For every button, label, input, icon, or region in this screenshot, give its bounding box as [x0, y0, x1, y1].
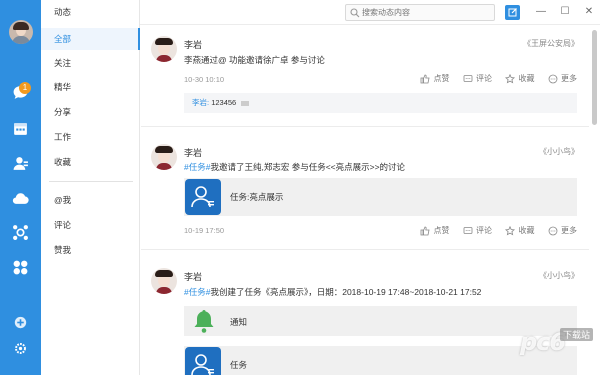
- category-share[interactable]: 分享: [41, 101, 140, 123]
- minimize-button[interactable]: —: [534, 5, 548, 19]
- comment-button[interactable]: 评论: [463, 73, 492, 84]
- comment-item: 李岩: 123456: [184, 93, 577, 113]
- favorite-button[interactable]: 收藏: [505, 73, 534, 84]
- group-tag[interactable]: 《小小鸟》: [539, 146, 579, 157]
- star-icon: [505, 225, 516, 235]
- search-input[interactable]: [362, 6, 490, 19]
- task-card[interactable]: 任务:亮点展示: [184, 178, 577, 216]
- calendar-icon[interactable]: [12, 120, 29, 137]
- post-text: #任务#我创建了任务《亮点展示》，日期：2018-10-19 17:48~201…: [184, 287, 482, 297]
- post-actions: 点赞 评论 收藏 更多: [409, 73, 577, 85]
- category-follow[interactable]: 关注: [41, 52, 140, 74]
- author-name[interactable]: 李岩: [184, 270, 202, 283]
- like-button[interactable]: 点赞: [420, 225, 449, 236]
- workflow-icon[interactable]: [12, 224, 29, 241]
- emoji-icon: [241, 100, 250, 106]
- post-time: 10-30 10:10: [184, 75, 225, 84]
- apps-icon[interactable]: [12, 259, 29, 276]
- top-bar: — ☐ ✕: [140, 0, 600, 25]
- more-button[interactable]: 更多: [548, 73, 577, 84]
- cloud-icon[interactable]: [12, 190, 29, 207]
- category-divider: [49, 181, 133, 182]
- edit-icon: [508, 8, 517, 17]
- search-icon: [350, 8, 360, 18]
- like-button[interactable]: 点赞: [420, 73, 449, 84]
- bell-icon: [194, 310, 214, 333]
- author-avatar[interactable]: [151, 144, 177, 170]
- category-panel: 动态 全部 关注 精华 分享 工作 收藏 @我 评论 赞我: [41, 0, 140, 375]
- category-favorites[interactable]: 收藏: [41, 151, 140, 173]
- unread-badge: 1: [19, 82, 31, 94]
- group-tag[interactable]: 《王屏公安局》: [523, 38, 579, 49]
- post-time: 10-19 17:50: [184, 226, 225, 235]
- watermark-text: pc6: [520, 328, 566, 356]
- more-button[interactable]: 更多: [548, 225, 577, 236]
- watermark-subtext: 下载站: [560, 328, 594, 341]
- topic-tag[interactable]: #任务#: [184, 287, 210, 297]
- task-card-label: 任务: [230, 360, 248, 370]
- feed-post: 李岩 《王屏公安局》 李燕通过@ 功能邀请徐广卓 参与讨论 10-30 10:1…: [141, 26, 589, 127]
- favorite-button[interactable]: 收藏: [505, 225, 534, 236]
- left-rail: 1: [0, 0, 41, 375]
- post-actions: 点赞 评论 收藏 更多: [409, 225, 577, 237]
- author-name[interactable]: 李岩: [184, 38, 202, 51]
- post-text: #任务#我邀请了王纯,郑志宏 参与任务<<亮点展示>>的讨论: [184, 162, 406, 172]
- panel-title: 动态: [54, 7, 72, 17]
- task-icon: [185, 347, 221, 375]
- category-featured[interactable]: 精华: [41, 76, 140, 98]
- compose-button[interactable]: [505, 5, 520, 20]
- task-icon: [185, 179, 221, 215]
- category-likes[interactable]: 赞我: [41, 239, 140, 261]
- star-icon: [505, 73, 516, 83]
- feed-scrollbar[interactable]: [592, 30, 597, 125]
- group-tag[interactable]: 《小小鸟》: [539, 270, 579, 281]
- comment-text: 123456: [211, 98, 237, 107]
- post-text: 李燕通过@ 功能邀请徐广卓 参与讨论: [184, 55, 325, 65]
- thumbs-up-icon: [421, 74, 430, 83]
- task-card-label: 任务:亮点展示: [230, 192, 284, 202]
- comment-icon: [463, 74, 473, 82]
- topic-tag[interactable]: #任务#: [184, 162, 210, 172]
- more-icon: [548, 74, 558, 83]
- author-name[interactable]: 李岩: [184, 146, 202, 159]
- author-avatar[interactable]: [151, 36, 177, 62]
- comment-icon: [463, 226, 473, 234]
- category-comments[interactable]: 评论: [41, 214, 140, 236]
- category-all[interactable]: 全部: [41, 28, 140, 50]
- notice-label: 通知: [230, 317, 248, 327]
- thumbs-up-icon: [421, 226, 430, 235]
- feed-post: 李岩 《小小鸟》 #任务#我邀请了王纯,郑志宏 参与任务<<亮点展示>>的讨论 …: [141, 128, 589, 250]
- maximize-button[interactable]: ☐: [558, 5, 572, 19]
- add-icon[interactable]: [14, 316, 27, 329]
- category-work[interactable]: 工作: [41, 126, 140, 148]
- category-mentions[interactable]: @我: [41, 189, 140, 211]
- contacts-icon[interactable]: [12, 155, 29, 172]
- comment-button[interactable]: 评论: [463, 225, 492, 236]
- settings-icon[interactable]: [14, 342, 27, 355]
- watermark-logo: pc6 下载站: [482, 318, 594, 368]
- more-icon: [548, 226, 558, 235]
- comment-author[interactable]: 李岩:: [192, 98, 209, 107]
- close-button[interactable]: ✕: [582, 5, 596, 19]
- author-avatar[interactable]: [151, 268, 177, 294]
- user-avatar[interactable]: [9, 20, 33, 44]
- search-box[interactable]: [345, 4, 495, 21]
